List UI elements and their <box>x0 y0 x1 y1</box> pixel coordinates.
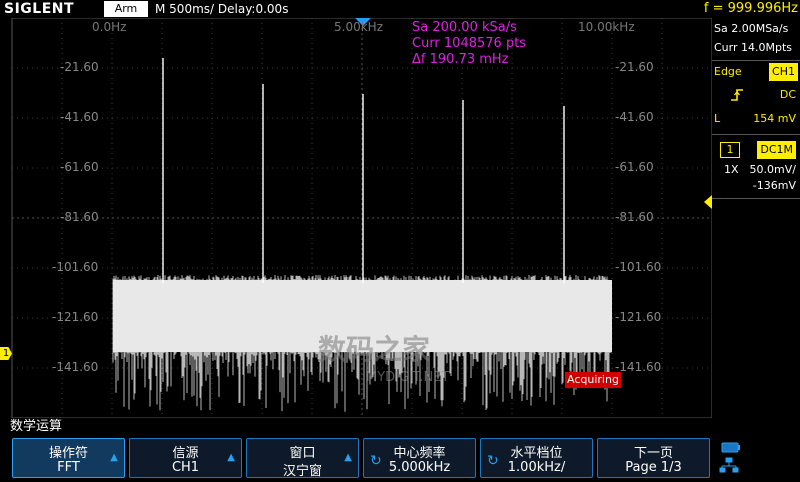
softkey-value: CH1 <box>171 460 200 475</box>
softkey-value: 1.00kHz/ <box>507 460 566 475</box>
right-info-panel: Sa 2.00MSa/s Curr 14.0Mpts Edge CH1 DC L… <box>712 18 800 436</box>
network-icon <box>719 457 739 473</box>
fft-info-block: Sa 200.00 kSa/s Curr 1048576 pts Δf 190.… <box>412 20 526 68</box>
db-label: -41.60 <box>60 110 99 124</box>
system-status-icons <box>712 438 800 478</box>
trigger-source-badge: CH1 <box>769 63 798 81</box>
battery-icon <box>721 442 740 453</box>
db-label: -21.60 <box>60 60 99 74</box>
db-label: -101.60 <box>52 260 99 274</box>
db-label: -81.60 <box>615 210 654 224</box>
softkey-next-page[interactable]: 下一页 Page 1/3 <box>597 438 710 478</box>
softkey-label: 信源 <box>172 446 199 461</box>
channel-1-header[interactable]: 1 DC1M <box>714 141 798 159</box>
trigger-level-value: 154 mV <box>753 112 796 125</box>
trigger-coupling: DC <box>779 88 796 101</box>
memory-depth: Curr 14.0Mpts <box>714 41 793 54</box>
menu-title: 数学运算 <box>10 419 63 434</box>
up-arrow-icon: ▲ <box>227 452 235 463</box>
softkey-label: 下一页 <box>633 446 673 461</box>
softkey-value: 汉宁窗 <box>282 464 322 479</box>
trigger-level-marker-icon[interactable] <box>704 195 712 209</box>
db-label: -101.60 <box>615 260 662 274</box>
acquiring-status-badge: Acquiring <box>565 372 621 388</box>
softkey-label: 操作符 <box>48 446 88 461</box>
db-label: -121.60 <box>615 310 662 324</box>
fft-sample-rate: Sa 200.00 kSa/s <box>412 20 517 35</box>
freq-axis-end: 10.00kHz <box>578 20 635 34</box>
db-label: -121.60 <box>52 310 99 324</box>
softkey-value: FFT <box>57 460 80 475</box>
up-arrow-icon: ▲ <box>110 452 118 463</box>
fft-resolution: Δf 190.73 mHz <box>412 52 509 67</box>
softkey-value: Page 1/3 <box>625 460 682 475</box>
softkey-center-frequency[interactable]: ↻ 中心频率 5.000kHz <box>363 438 476 478</box>
channel-offset: -136mV <box>752 179 796 192</box>
trigger-settings[interactable]: Edge CH1 <box>714 63 798 81</box>
run-state-badge[interactable]: Arm <box>104 1 148 17</box>
channel-1-offset[interactable]: -136mV <box>714 177 798 195</box>
channel-number: 1 <box>720 142 740 158</box>
softkey-source[interactable]: 信源 CH1 ▲ <box>129 438 242 478</box>
watermark-en: MYDIGIT.NET <box>366 370 450 385</box>
softkey-label: 水平档位 <box>510 446 563 461</box>
trigger-frequency-readout: f = 999.996Hz <box>703 1 798 16</box>
softkey-horizontal-scale[interactable]: ↻ 水平档位 1.00kHz/ <box>480 438 593 478</box>
softkey-operator[interactable]: 操作符 FFT ▲ <box>12 438 125 478</box>
trigger-type: Edge <box>714 65 742 78</box>
delay-value: Delay:0.00s <box>217 2 289 16</box>
up-arrow-icon: ▲ <box>344 452 352 463</box>
probe-ratio: 1X <box>724 163 739 176</box>
db-label: -41.60 <box>615 110 654 124</box>
timebase-readout[interactable]: M 500ms/ Delay:0.00s <box>155 0 288 18</box>
db-label: -141.60 <box>52 360 99 374</box>
watermark-cn: 数码之家 <box>318 333 431 366</box>
channel-coupling-tag: DC1M <box>757 141 796 159</box>
trigger-level[interactable]: L 154 mV <box>714 110 798 128</box>
trigger-slope-coupling[interactable]: DC <box>714 86 798 104</box>
db-label: -61.60 <box>60 160 99 174</box>
db-label: -141.60 <box>615 360 662 374</box>
fft-points: Curr 1048576 pts <box>412 36 527 51</box>
db-label: -81.60 <box>60 210 99 224</box>
freq-axis-center: 5.00kHz <box>334 20 383 34</box>
sample-rate: Sa 2.00MSa/s <box>714 22 789 35</box>
timebase-value: M 500ms/ <box>155 2 215 16</box>
softkey-label: 窗口 <box>289 446 316 461</box>
db-label: -21.60 <box>615 60 654 74</box>
softkey-label: 中心频率 <box>393 446 446 461</box>
trigger-level-label: L <box>714 112 721 125</box>
softkey-window[interactable]: 窗口 汉宁窗 ▲ <box>246 438 359 479</box>
freq-axis-start: 0.0Hz <box>92 20 127 34</box>
brand-logo: SIGLENT <box>4 1 75 17</box>
rising-edge-icon <box>731 89 743 101</box>
db-label: -61.60 <box>615 160 654 174</box>
softkey-value: 5.000kHz <box>388 460 451 475</box>
